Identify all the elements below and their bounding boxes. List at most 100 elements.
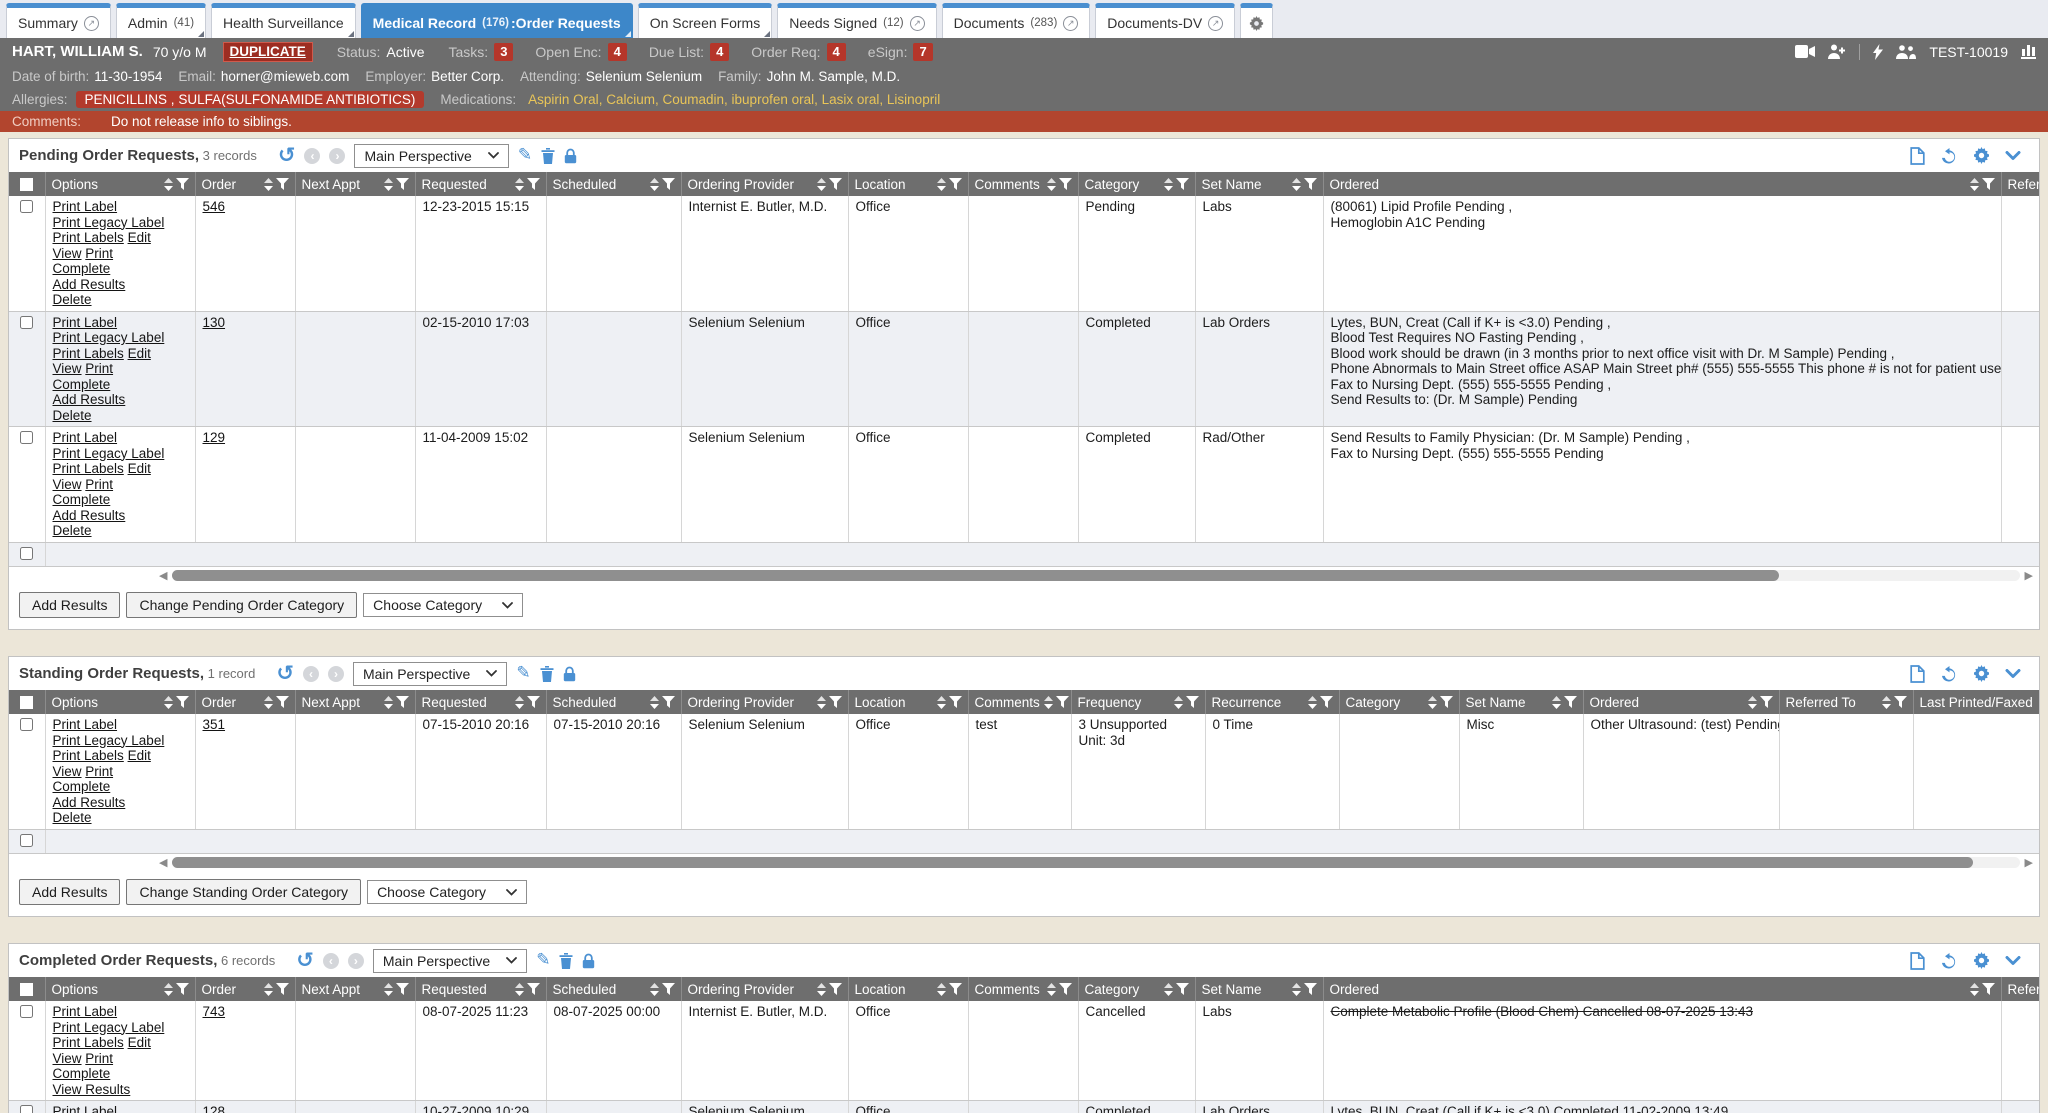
change-pending-order-category-button[interactable]: Change Pending Order Category: [126, 592, 357, 618]
option-link-add-results[interactable]: Add Results: [53, 795, 126, 810]
filter-funnel-icon[interactable]: [1894, 696, 1907, 708]
export-document-icon[interactable]: [1910, 665, 1925, 683]
counter-badge[interactable]: 4: [710, 43, 729, 61]
column-header-next_appt[interactable]: Next Appt: [295, 172, 415, 196]
option-link-add-results[interactable]: Add Results: [53, 392, 126, 407]
option-link-print[interactable]: Print: [85, 477, 113, 492]
option-link-delete[interactable]: Delete: [53, 292, 92, 307]
column-header-category[interactable]: Category: [1078, 977, 1195, 1001]
lock-perspective-icon[interactable]: [582, 953, 595, 969]
sort-icon[interactable]: [515, 696, 524, 709]
lock-perspective-icon[interactable]: [564, 148, 577, 164]
sort-icon[interactable]: [817, 696, 826, 709]
option-link-complete[interactable]: Complete: [53, 261, 111, 276]
counter-badge[interactable]: 4: [608, 43, 627, 61]
option-link-print-labels[interactable]: Print Labels: [53, 1035, 124, 1050]
column-header-ordered[interactable]: Ordered: [1583, 690, 1779, 714]
option-link-delete[interactable]: Delete: [53, 408, 92, 423]
sort-icon[interactable]: [264, 983, 273, 996]
delete-perspective-icon[interactable]: [559, 953, 573, 969]
filter-funnel-icon[interactable]: [829, 696, 842, 708]
sort-icon[interactable]: [1164, 983, 1173, 996]
column-header-comments[interactable]: Comments: [968, 977, 1078, 1001]
sort-icon[interactable]: [164, 983, 173, 996]
sort-icon[interactable]: [164, 696, 173, 709]
filter-funnel-icon[interactable]: [276, 696, 289, 708]
column-header-scheduled[interactable]: Scheduled: [546, 172, 681, 196]
filter-funnel-icon[interactable]: [1059, 983, 1072, 995]
column-header-options[interactable]: Options: [45, 172, 195, 196]
sort-icon[interactable]: [1292, 178, 1301, 191]
perspective-select[interactable]: Main Perspective: [373, 949, 527, 973]
option-link-print[interactable]: Print: [85, 246, 113, 261]
option-link-print-label[interactable]: Print Label: [53, 717, 118, 732]
column-header-referred[interactable]: Referred To: [1779, 690, 1913, 714]
refresh-icon[interactable]: [1940, 148, 1958, 164]
column-header-ordered[interactable]: Ordered: [1323, 977, 2001, 1001]
column-header-next_appt[interactable]: Next Appt: [295, 977, 415, 1001]
option-link-edit[interactable]: Edit: [128, 346, 151, 361]
change-standing-order-category-button[interactable]: Change Standing Order Category: [126, 879, 361, 905]
prev-perspective-icon[interactable]: ‹: [304, 148, 320, 164]
option-link-view[interactable]: View: [53, 477, 82, 492]
column-header-provider[interactable]: Ordering Provider: [681, 172, 848, 196]
option-link-complete[interactable]: Complete: [53, 1066, 111, 1081]
option-link-complete[interactable]: Complete: [53, 492, 111, 507]
lock-perspective-icon[interactable]: [563, 666, 576, 682]
option-link-print-labels[interactable]: Print Labels: [53, 230, 124, 245]
option-link-print[interactable]: Print: [85, 1051, 113, 1066]
tab-admin[interactable]: Admin(41): [116, 3, 206, 38]
sort-icon[interactable]: [1164, 178, 1173, 191]
order-number-link[interactable]: 351: [203, 717, 226, 732]
filter-funnel-icon[interactable]: [176, 696, 189, 708]
grid-settings-gear-icon[interactable]: [1973, 665, 1990, 682]
sort-icon[interactable]: [650, 983, 659, 996]
column-header-category[interactable]: Category: [1078, 172, 1195, 196]
medication-link[interactable]: Calcium: [606, 92, 655, 107]
prev-perspective-icon[interactable]: ‹: [323, 953, 339, 969]
column-header-provider[interactable]: Ordering Provider: [681, 690, 848, 714]
medication-link[interactable]: Lisinopril: [887, 92, 940, 107]
scrollbar-track[interactable]: [172, 570, 2019, 581]
tab-documents-dv[interactable]: Documents-DV↗: [1095, 3, 1235, 38]
column-header-options[interactable]: Options: [45, 690, 195, 714]
sort-icon[interactable]: [264, 178, 273, 191]
allergy-badge[interactable]: PENICILLINS , SULFA(SULFONAMIDE ANTIBIOT…: [76, 91, 425, 108]
people-icon[interactable]: [1896, 45, 1916, 59]
edit-perspective-icon[interactable]: ✎: [516, 665, 530, 682]
option-link-print-label[interactable]: Print Label: [53, 199, 118, 214]
column-header-provider[interactable]: Ordering Provider: [681, 977, 848, 1001]
filter-funnel-icon[interactable]: [662, 696, 675, 708]
column-header-referred[interactable]: Referred To: [2001, 977, 2040, 1001]
option-link-view[interactable]: View: [53, 1051, 82, 1066]
grid-settings-gear-icon[interactable]: [1973, 147, 1990, 164]
tab-summary[interactable]: Summary↗: [6, 3, 111, 38]
filter-funnel-icon[interactable]: [396, 983, 409, 995]
filter-funnel-icon[interactable]: [396, 696, 409, 708]
order-number-link[interactable]: 743: [203, 1004, 226, 1019]
option-link-add-results[interactable]: Add Results: [53, 277, 126, 292]
edit-perspective-icon[interactable]: ✎: [536, 952, 550, 969]
medication-link[interactable]: ibuprofen oral: [732, 92, 815, 107]
filter-funnel-icon[interactable]: [1320, 696, 1333, 708]
filter-funnel-icon[interactable]: [1059, 178, 1072, 190]
column-header-ordered[interactable]: Ordered: [1323, 172, 2001, 196]
sort-icon[interactable]: [1308, 696, 1317, 709]
scrollbar-track[interactable]: [172, 857, 2019, 868]
filter-funnel-icon[interactable]: [1304, 178, 1317, 190]
tab-needs-signed[interactable]: Needs Signed(12)↗: [777, 3, 936, 38]
row-checkbox[interactable]: [20, 1005, 33, 1018]
sort-icon[interactable]: [515, 983, 524, 996]
sort-icon[interactable]: [384, 696, 393, 709]
column-header-requested[interactable]: Requested: [415, 172, 546, 196]
option-link-delete[interactable]: Delete: [53, 810, 92, 825]
option-link-print-legacy-label[interactable]: Print Legacy Label: [53, 733, 165, 748]
option-link-print-labels[interactable]: Print Labels: [53, 461, 124, 476]
option-link-print[interactable]: Print: [85, 361, 113, 376]
option-link-print-label[interactable]: Print Label: [53, 315, 118, 330]
undo-icon[interactable]: ↺: [278, 145, 296, 166]
sort-icon[interactable]: [650, 178, 659, 191]
sort-icon[interactable]: [1428, 696, 1437, 709]
filter-funnel-icon[interactable]: [949, 178, 962, 190]
option-link-print-label[interactable]: Print Label: [53, 1104, 118, 1113]
